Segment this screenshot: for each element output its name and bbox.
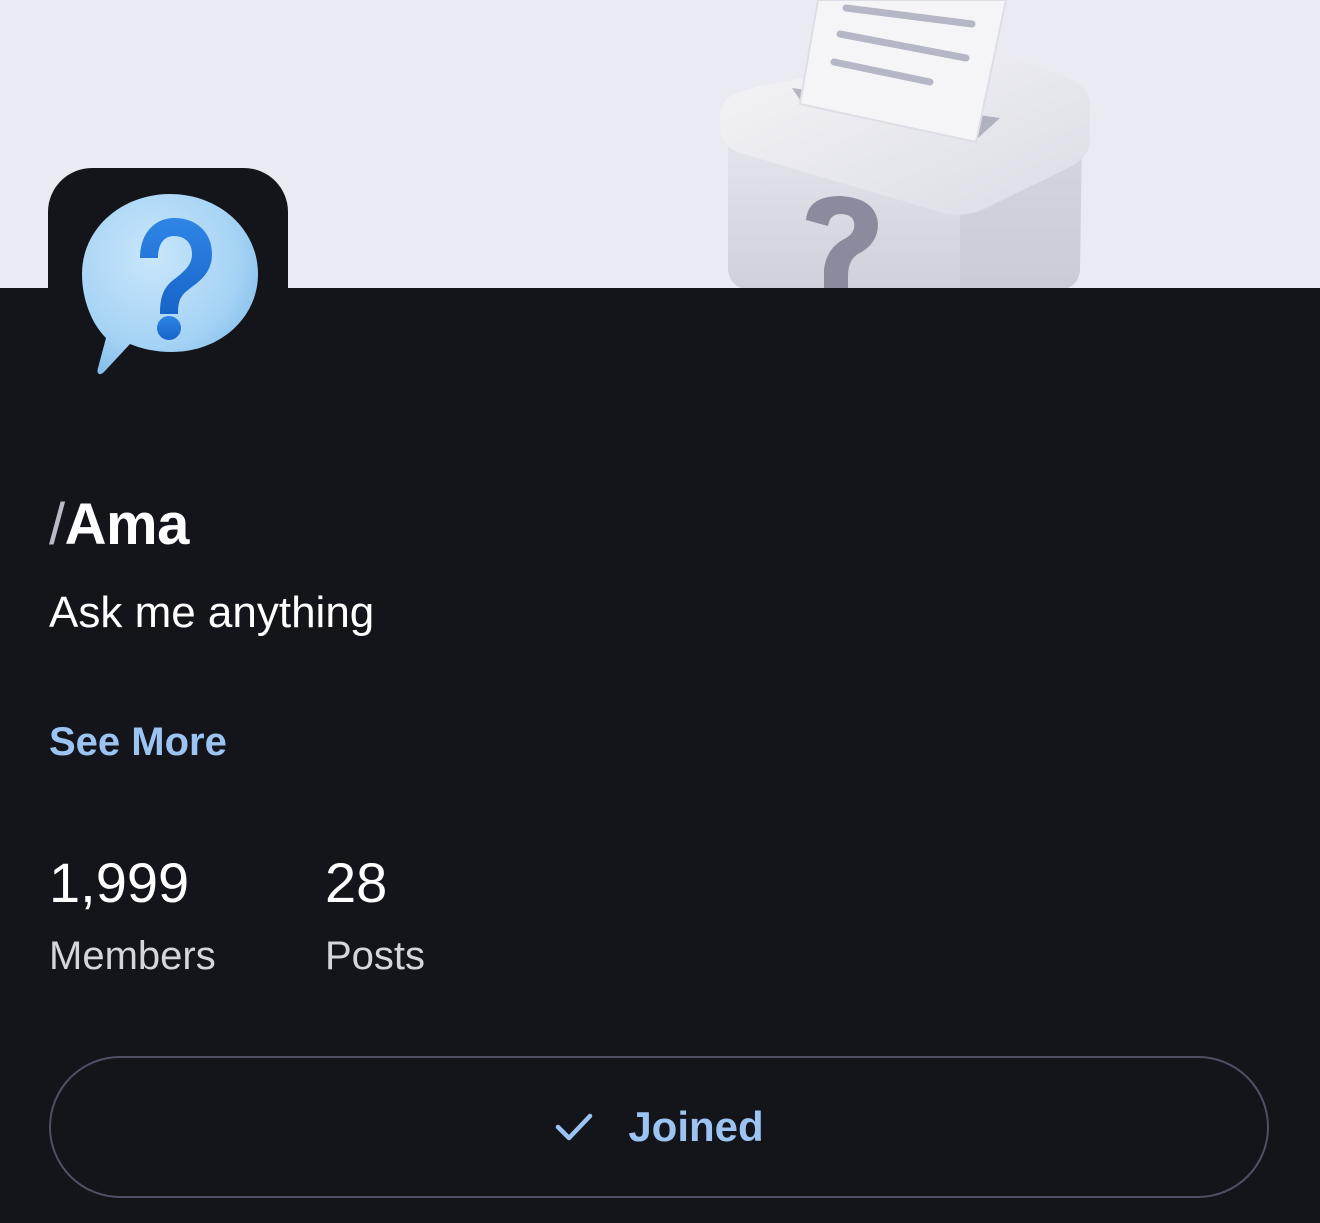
community-avatar bbox=[48, 168, 288, 408]
members-stat: 1,999 Members bbox=[49, 848, 216, 982]
community-title: /Ama bbox=[49, 490, 189, 560]
posts-count: 28 bbox=[325, 851, 388, 914]
posts-label: Posts bbox=[325, 934, 426, 978]
community-name: Ama bbox=[64, 492, 190, 557]
members-count: 1,999 bbox=[49, 851, 190, 914]
members-label: Members bbox=[49, 934, 216, 978]
community-description: Ask me anything bbox=[49, 588, 375, 637]
question-bubble-icon bbox=[82, 194, 258, 375]
posts-stat: 28 Posts bbox=[325, 848, 425, 982]
community-slash: / bbox=[49, 492, 65, 557]
see-more-link[interactable]: See More bbox=[49, 716, 227, 768]
joined-label: Joined bbox=[628, 1103, 764, 1150]
check-icon bbox=[554, 1107, 594, 1147]
joined-button[interactable]: Joined bbox=[49, 1056, 1269, 1198]
